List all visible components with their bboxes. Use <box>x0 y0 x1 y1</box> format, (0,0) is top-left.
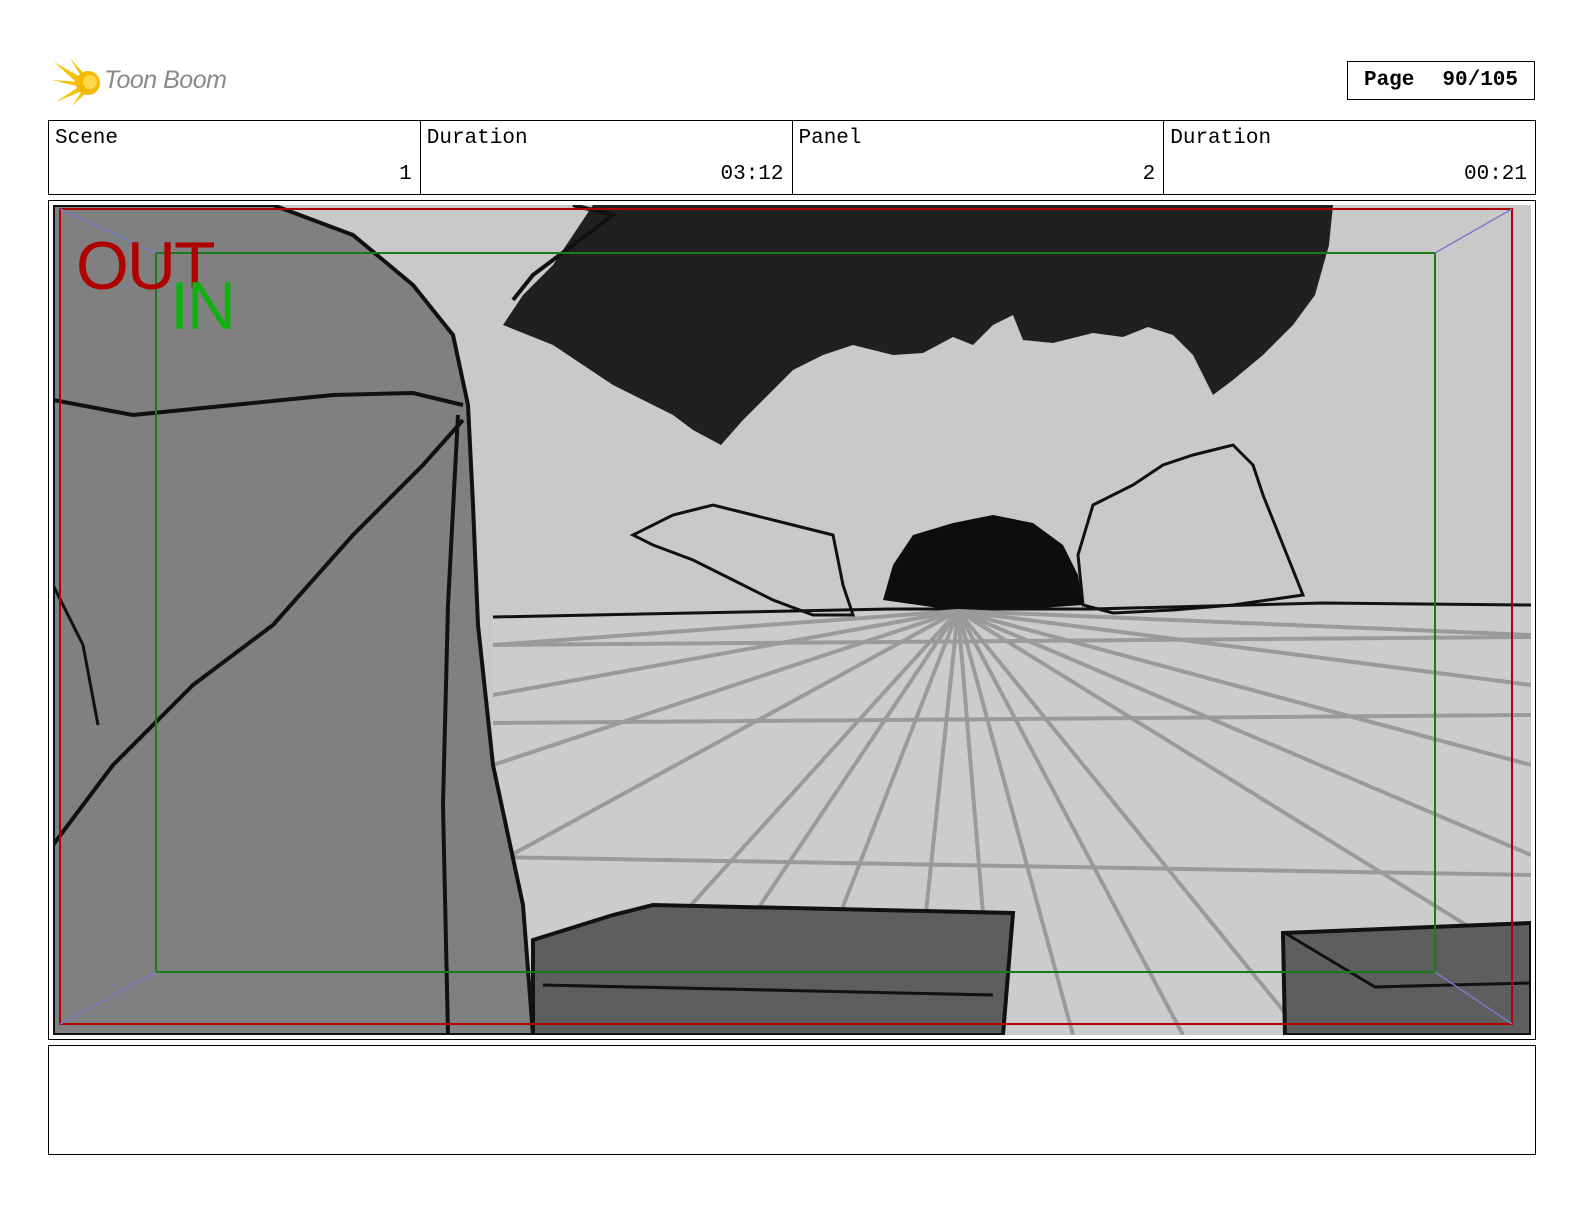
page-label: Page <box>1363 69 1415 92</box>
panel-cell: Panel 2 <box>793 121 1165 194</box>
panel-value: 2 <box>1142 163 1156 186</box>
panel-label: Panel <box>798 127 862 150</box>
panel-notes-box <box>48 1045 1536 1155</box>
scene-duration-cell: Duration 03:12 <box>421 121 793 194</box>
logo-text: Toon Boom <box>104 66 227 94</box>
panel-duration-cell: Duration 00:21 <box>1164 121 1535 194</box>
scene-value: 1 <box>399 163 412 186</box>
scene-duration-value: 03:12 <box>720 163 784 186</box>
panel-drawing <box>53 205 1531 1035</box>
scene-duration-label: Duration <box>426 127 528 150</box>
in-frame-label: IN <box>170 268 236 344</box>
toon-boom-burst-icon <box>52 58 100 106</box>
page-indicator: Page 90/105 <box>1347 61 1535 100</box>
scene-cell: Scene 1 <box>49 121 421 194</box>
page-number: 90/105 <box>1442 69 1519 92</box>
table-front-left <box>531 902 1016 1035</box>
panel-info-row: Scene 1 Duration 03:12 Panel 2 Duration … <box>48 120 1536 195</box>
toon-boom-logo: Toon Boom <box>52 56 252 108</box>
panel-duration-label: Duration <box>1170 127 1272 150</box>
scene-label: Scene <box>55 127 119 150</box>
table-front-right <box>1280 920 1531 1035</box>
panel-duration-value: 00:21 <box>1463 163 1527 186</box>
storyboard-panel <box>48 200 1536 1040</box>
